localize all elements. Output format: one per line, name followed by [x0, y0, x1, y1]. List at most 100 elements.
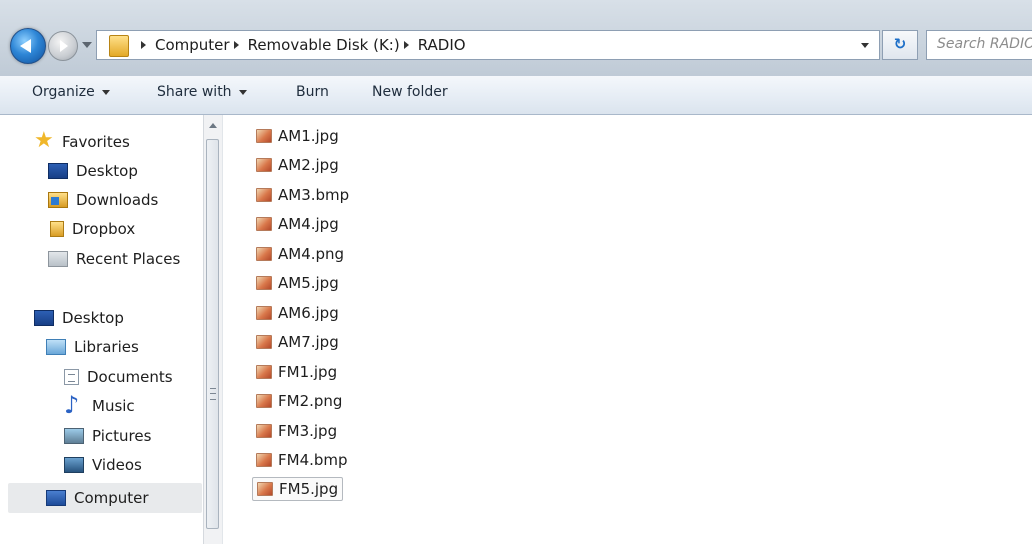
nav-label: Downloads: [76, 191, 159, 209]
image-file-icon: [256, 365, 272, 379]
star-icon: [34, 128, 54, 153]
nav-item-recent-places[interactable]: Recent Places: [48, 250, 180, 268]
chevron-down-icon: [238, 89, 247, 95]
organize-button[interactable]: Organize: [32, 84, 110, 100]
folder-icon: [109, 35, 129, 57]
nav-label: Videos: [92, 456, 142, 474]
nav-label: Favorites: [62, 133, 130, 151]
share-with-button[interactable]: Share with: [157, 84, 247, 100]
nav-item-desktop[interactable]: Desktop: [48, 162, 138, 180]
forward-button[interactable]: [48, 31, 78, 61]
file-item[interactable]: FM2.png: [252, 389, 346, 413]
pictures-icon: [64, 428, 84, 444]
image-file-icon: [256, 158, 272, 172]
nav-computer[interactable]: Computer: [8, 483, 202, 513]
nav-item-videos[interactable]: Videos: [64, 456, 142, 474]
recent-pages-dropdown[interactable]: [82, 42, 92, 48]
breadcrumb-radio[interactable]: RADIO: [418, 36, 466, 54]
address-dropdown-icon[interactable]: [861, 43, 869, 48]
navigation-pane: Favorites Desktop Downloads Dropbox Rece…: [0, 115, 203, 544]
file-item[interactable]: AM2.jpg: [252, 153, 343, 177]
image-file-icon: [256, 188, 272, 202]
file-name: FM5.jpg: [279, 480, 339, 498]
file-name: FM3.jpg: [278, 422, 338, 440]
refresh-button[interactable]: ↻: [882, 30, 918, 60]
videos-icon: [64, 457, 84, 473]
nav-item-music[interactable]: Music: [64, 391, 135, 419]
grip-icon: [210, 388, 216, 400]
file-item[interactable]: AM4.jpg: [252, 212, 343, 236]
command-bar: Organize Share with Burn New folder: [0, 76, 1032, 115]
file-item[interactable]: AM6.jpg: [252, 301, 343, 325]
file-item[interactable]: AM1.jpg: [252, 124, 343, 148]
nav-label: Recent Places: [76, 250, 181, 268]
nav-desktop-root[interactable]: Desktop: [34, 309, 124, 327]
chevron-right-icon: [141, 41, 146, 49]
computer-icon: [46, 490, 66, 506]
file-name: AM4.png: [278, 245, 345, 263]
nav-label: Computer: [74, 489, 149, 507]
nav-item-pictures[interactable]: Pictures: [64, 427, 151, 445]
file-item[interactable]: AM7.jpg: [252, 330, 343, 354]
breadcrumb-computer[interactable]: Computer: [155, 36, 230, 54]
image-file-icon: [256, 453, 272, 467]
file-item-focused[interactable]: FM5.jpg: [252, 477, 344, 501]
nav-favorites[interactable]: Favorites: [34, 128, 130, 153]
file-name: AM5.jpg: [278, 274, 339, 292]
pane-divider[interactable]: [222, 115, 223, 544]
scrollbar-thumb[interactable]: [206, 139, 219, 529]
file-name: AM7.jpg: [278, 333, 339, 351]
nav-item-dropbox[interactable]: Dropbox: [50, 220, 135, 238]
file-name: AM1.jpg: [278, 127, 339, 145]
nav-label: Desktop: [62, 309, 124, 327]
nav-label: Libraries: [74, 338, 139, 356]
image-file-icon: [257, 482, 273, 496]
image-file-icon: [256, 247, 272, 261]
nav-item-documents[interactable]: Documents: [64, 368, 173, 386]
file-item[interactable]: FM1.jpg: [252, 360, 341, 384]
desktop-icon: [34, 310, 54, 326]
image-file-icon: [256, 335, 272, 349]
image-file-icon: [256, 394, 272, 408]
back-button[interactable]: [10, 28, 46, 64]
libraries-icon: [46, 339, 66, 355]
recent-places-icon: [48, 251, 68, 267]
file-item[interactable]: AM3.bmp: [252, 183, 353, 207]
file-name: AM4.jpg: [278, 215, 339, 233]
new-folder-button[interactable]: New folder: [372, 84, 448, 100]
address-box[interactable]: Computer Removable Disk (K:) RADIO: [96, 30, 880, 60]
scroll-up-arrow-icon[interactable]: [209, 123, 217, 128]
file-name: FM2.png: [278, 392, 343, 410]
navigation-scrollbar[interactable]: [203, 115, 222, 544]
file-name: FM4.bmp: [278, 451, 348, 469]
image-file-icon: [256, 424, 272, 438]
file-name: AM3.bmp: [278, 186, 350, 204]
breadcrumb-removable-disk[interactable]: Removable Disk (K:): [248, 36, 400, 54]
documents-icon: [64, 369, 79, 385]
breadcrumb: Computer Removable Disk (K:) RADIO: [137, 36, 466, 54]
chevron-down-icon: [101, 89, 110, 95]
file-item[interactable]: FM4.bmp: [252, 448, 352, 472]
dropbox-folder-icon: [50, 221, 64, 237]
file-item[interactable]: AM4.png: [252, 242, 348, 266]
address-bar-strip: Computer Removable Disk (K:) RADIO ↻ Sea…: [0, 0, 1032, 76]
nav-item-downloads[interactable]: Downloads: [48, 191, 158, 209]
desktop-icon: [48, 163, 68, 179]
image-file-icon: [256, 129, 272, 143]
file-item[interactable]: FM3.jpg: [252, 419, 341, 443]
nav-label: Desktop: [76, 162, 138, 180]
file-name: AM2.jpg: [278, 156, 339, 174]
nav-label: Pictures: [92, 427, 152, 445]
file-item[interactable]: AM5.jpg: [252, 271, 343, 295]
chevron-right-icon: [233, 41, 239, 49]
nav-label: Documents: [87, 368, 173, 386]
nav-libraries[interactable]: Libraries: [46, 338, 139, 356]
nav-label: Music: [92, 397, 135, 415]
file-name: FM1.jpg: [278, 363, 338, 381]
burn-button[interactable]: Burn: [296, 84, 329, 100]
image-file-icon: [256, 306, 272, 320]
image-file-icon: [256, 276, 272, 290]
organize-label: Organize: [32, 84, 95, 100]
nav-label: Dropbox: [72, 220, 136, 238]
search-input[interactable]: Search RADIO: [926, 30, 1032, 60]
